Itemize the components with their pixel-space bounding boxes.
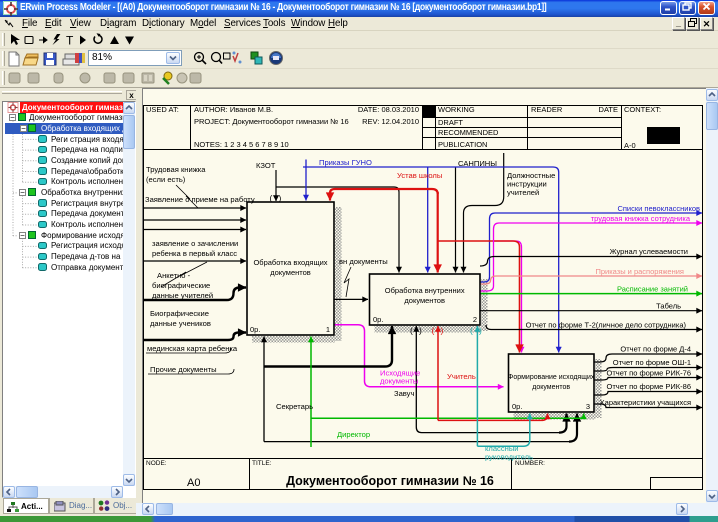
svg-text:ребенка в первый класс: ребенка в первый класс <box>152 249 237 258</box>
svg-text:Приказы ГУНО: Приказы ГУНО <box>319 158 372 167</box>
svg-text:САНПИНЫ: САНПИНЫ <box>458 159 497 168</box>
svg-text:Табель: Табель <box>656 302 681 311</box>
svg-text:руководитель: руководитель <box>485 453 533 462</box>
svg-text:Биографические: Биографические <box>150 309 209 318</box>
svg-text:NODE:: NODE: <box>146 460 167 467</box>
svg-text:биографические: биографические <box>152 281 210 290</box>
svg-text:PROJECT: Документооборот гимн: PROJECT: Документооборот гимназии № 16 <box>194 117 349 126</box>
svg-text:вн документы: вн документы <box>339 257 388 266</box>
svg-text:2: 2 <box>473 315 477 324</box>
svg-text:Трудовая книжка: Трудовая книжка <box>146 165 206 174</box>
svg-text:0р.: 0р. <box>373 315 383 324</box>
svg-text:NOTES: 1 2 3 4 5 6 7 8: NOTES: 1 2 3 4 5 6 7 8 9 10 <box>194 140 289 149</box>
svg-text:DRAFT: DRAFT <box>438 118 463 127</box>
svg-text:READER: READER <box>531 105 563 114</box>
svg-text:PUBLICATION: PUBLICATION <box>438 140 487 149</box>
svg-text:): ) <box>441 326 444 336</box>
svg-text:(: ( <box>410 326 413 336</box>
svg-text:RECOMMENDED: RECOMMENDED <box>438 128 499 137</box>
svg-text:Характеристики учащихся: Характеристики учащихся <box>600 398 691 407</box>
svg-text:): ) <box>419 326 422 336</box>
svg-text:DATE: 08.03.2010: DATE: 08.03.2010 <box>358 105 419 114</box>
svg-text:Учитель: Учитель <box>447 372 476 381</box>
svg-text:(если есть): (если есть) <box>146 175 186 184</box>
svg-text:Отчет по форме Д-4: Отчет по форме Д-4 <box>620 345 691 354</box>
svg-text:A0: A0 <box>187 477 200 489</box>
svg-text:Отчет по форме Т-2(личное дело: Отчет по форме Т-2(личное дело сотрудник… <box>526 321 687 330</box>
svg-text:мединская карта ребенка: мединская карта ребенка <box>147 344 238 353</box>
svg-text:USED AT:: USED AT: <box>146 105 179 114</box>
svg-text:0р.: 0р. <box>250 325 260 334</box>
svg-text:): ) <box>279 193 282 203</box>
svg-text:(: ( <box>270 193 273 203</box>
svg-text:1: 1 <box>326 325 330 334</box>
svg-text:): ) <box>479 326 482 336</box>
svg-text:Прочие документы: Прочие документы <box>150 365 217 374</box>
svg-text:Секретарь: Секретарь <box>276 402 313 411</box>
svg-text:Директор: Директор <box>337 430 370 439</box>
svg-text:REV: 12.04.2010: REV: 12.04.2010 <box>362 117 419 126</box>
svg-text:AUTHOR: Иванов М.В.: AUTHOR: Иванов М.В. <box>194 105 273 114</box>
svg-text:CONTEXT:: CONTEXT: <box>624 105 661 114</box>
svg-text:учителей: учителей <box>507 188 539 197</box>
svg-text:Документооборот гимназии № 16: Документооборот гимназии № 16 <box>286 474 494 488</box>
svg-text:WORKING: WORKING <box>438 105 475 114</box>
svg-text:Приказы и распоряжения: Приказы и распоряжения <box>595 267 684 276</box>
svg-text:DATE: DATE <box>599 105 618 114</box>
svg-text:документов: документов <box>532 384 570 391</box>
svg-text:Отчет по форме ОШ-1: Отчет по форме ОШ-1 <box>613 358 691 367</box>
svg-text:заявление о зачислении: заявление о зачислении <box>152 239 238 248</box>
svg-text:документы: документы <box>380 377 418 386</box>
svg-text:Анкетно -: Анкетно - <box>157 271 191 280</box>
svg-text:Списки певоклассников: Списки певоклассников <box>617 204 700 213</box>
svg-text:A-0: A-0 <box>624 141 636 150</box>
svg-text:трудовая книжка сотрудника: трудовая книжка сотрудника <box>591 214 691 223</box>
svg-text:Завуч: Завуч <box>394 389 414 398</box>
svg-text:Устав школы: Устав школы <box>397 171 442 180</box>
svg-text:Отчет по форме РИК-86: Отчет по форме РИК-86 <box>607 382 691 391</box>
svg-text:Расписание занятий: Расписание занятий <box>617 285 688 294</box>
svg-text:данные учеников: данные учеников <box>150 319 211 328</box>
svg-text:0р.: 0р. <box>512 402 522 411</box>
svg-text:документов: документов <box>404 296 445 305</box>
svg-text:Формирование исходящих: Формирование исходящих <box>508 374 595 381</box>
svg-text:(: ( <box>432 326 435 336</box>
svg-text:данные учителей: данные учителей <box>152 291 213 300</box>
svg-text:3: 3 <box>586 402 590 411</box>
svg-text:Заявление о приеме на работу: Заявление о приеме на работу <box>145 195 255 204</box>
svg-text:Обработка входящих: Обработка входящих <box>253 258 327 267</box>
svg-text:(: ( <box>470 326 473 336</box>
svg-text:документов: документов <box>270 268 311 277</box>
svg-text:T: T <box>66 34 74 48</box>
svg-text:Обработка внутренних: Обработка внутренних <box>385 286 465 295</box>
svg-text:Журнал услеваемости: Журнал услеваемости <box>610 247 688 256</box>
svg-text:Отчет по форме РИК-76: Отчет по форме РИК-76 <box>607 369 691 378</box>
svg-text:TITLE:: TITLE: <box>252 460 272 467</box>
svg-text:КЗОТ: КЗОТ <box>256 161 276 170</box>
